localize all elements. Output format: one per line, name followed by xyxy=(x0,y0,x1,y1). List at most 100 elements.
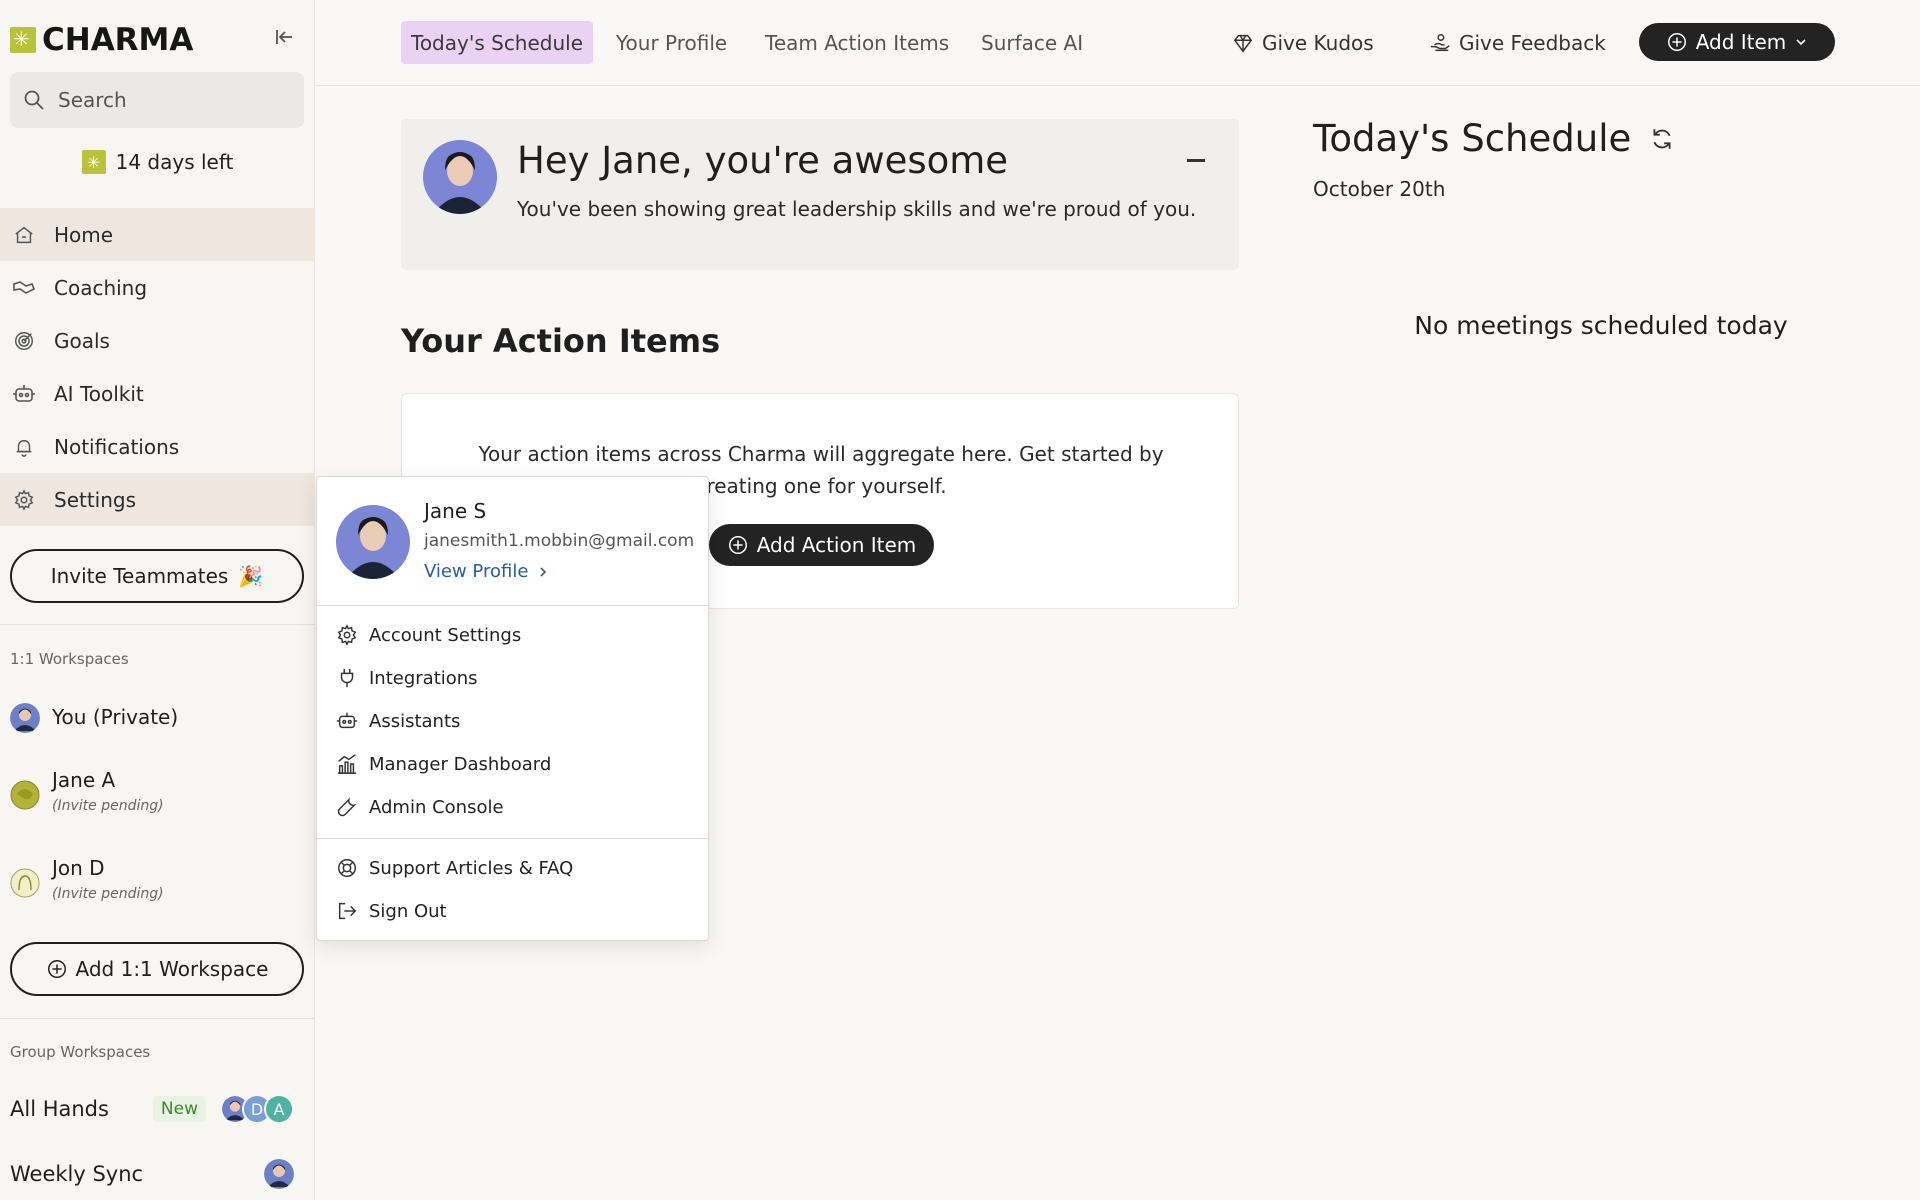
workspace-item-jon-d[interactable]: Jon D (Invite pending) xyxy=(10,856,304,902)
add-action-item-button[interactable]: Add Action Item xyxy=(709,524,934,566)
plus-circle-icon xyxy=(728,536,747,554)
coaching-icon xyxy=(12,276,36,300)
sidebar: CHARMA Search ✳ 14 days left Home Coachi… xyxy=(0,0,315,1200)
menu-item-label: Manager Dashboard xyxy=(369,753,552,775)
sidebar-item-goals[interactable]: Goals xyxy=(0,314,315,367)
kudos-title: Hey Jane, you're awesome xyxy=(517,139,1009,182)
divider xyxy=(317,838,710,839)
sidebar-item-label: Coaching xyxy=(54,275,148,300)
add-one-on-one-workspace-button[interactable]: Add 1:1 Workspace xyxy=(10,942,304,996)
view-profile-link[interactable]: View Profile xyxy=(424,561,548,582)
give-kudos-button[interactable]: Give Kudos xyxy=(1232,21,1374,64)
workspace-name: Jon D xyxy=(52,856,105,880)
workspace-name: Jane A xyxy=(52,768,116,792)
brand-logo[interactable]: CHARMA xyxy=(10,22,193,58)
add-item-button[interactable]: Add Item xyxy=(1639,23,1835,61)
gear-icon xyxy=(335,623,359,647)
bell-icon xyxy=(12,435,36,459)
refresh-icon[interactable] xyxy=(1649,126,1675,152)
sign-out-icon xyxy=(335,899,359,923)
menu-item-admin-console[interactable]: Admin Console xyxy=(335,792,504,822)
collapse-left-icon xyxy=(276,30,292,44)
tab-team-action-items[interactable]: Team Action Items xyxy=(755,21,959,64)
collapse-sidebar-button[interactable] xyxy=(272,25,298,49)
lifebuoy-icon xyxy=(335,856,359,880)
profile-menu: Jane S janesmith1.mobbin@gmail.com View … xyxy=(316,476,710,941)
home-icon xyxy=(12,223,36,247)
menu-item-label: Account Settings xyxy=(369,624,522,646)
menu-item-label: Integrations xyxy=(369,667,478,689)
group-item-all-hands[interactable]: All Hands New D A xyxy=(10,1094,294,1124)
group-section-label: Group Workspaces xyxy=(10,1043,151,1061)
group-name: All Hands xyxy=(10,1097,109,1121)
sidebar-item-label: Notifications xyxy=(54,434,180,459)
avatar xyxy=(10,780,40,810)
invite-pending-label: (Invite pending) xyxy=(52,886,164,902)
sidebar-item-home[interactable]: Home xyxy=(0,208,315,261)
avatar xyxy=(336,505,410,579)
menu-item-assistants[interactable]: Assistants xyxy=(335,706,460,736)
workspace-item-you[interactable]: You (Private) xyxy=(10,703,304,733)
sidebar-item-ai-toolkit[interactable]: AI Toolkit xyxy=(0,367,315,420)
tab-todays-schedule[interactable]: Today's Schedule xyxy=(401,21,594,64)
menu-item-sign-out[interactable]: Sign Out xyxy=(335,896,447,926)
give-kudos-label: Give Kudos xyxy=(1262,30,1374,55)
avatar: A xyxy=(264,1094,294,1124)
avatar xyxy=(10,703,40,733)
workspace-name: You (Private) xyxy=(52,705,179,729)
minimize-icon[interactable] xyxy=(1187,159,1205,162)
search-icon xyxy=(24,90,44,110)
kudos-card: Hey Jane, you're awesome You've been sho… xyxy=(401,119,1239,270)
trial-status[interactable]: ✳ 14 days left xyxy=(0,150,315,174)
divider xyxy=(0,624,315,625)
star-badge-icon: ✳ xyxy=(81,150,106,174)
trial-label: 14 days left xyxy=(115,150,234,174)
schedule-date: October 20th xyxy=(1313,177,1446,201)
workspace-item-jane-a[interactable]: Jane A (Invite pending) xyxy=(10,768,304,814)
divider xyxy=(317,605,710,606)
sidebar-item-notifications[interactable]: Notifications xyxy=(0,420,315,473)
feedback-hand-icon xyxy=(1430,33,1450,51)
menu-item-label: Admin Console xyxy=(369,796,504,818)
robot-icon xyxy=(335,709,359,733)
avatar xyxy=(423,140,497,214)
wrench-icon xyxy=(335,795,359,819)
diamond-icon xyxy=(1233,34,1253,52)
menu-item-label: Assistants xyxy=(369,710,461,732)
invite-teammates-button[interactable]: Invite Teammates 🎉 xyxy=(10,549,304,603)
view-profile-label: View Profile xyxy=(424,561,529,582)
plus-circle-icon xyxy=(47,960,66,978)
chevron-right-icon xyxy=(540,566,547,577)
avatar xyxy=(10,868,40,898)
gear-icon xyxy=(12,488,36,512)
menu-item-label: Sign Out xyxy=(369,900,447,922)
profile-name: Jane S xyxy=(424,499,487,523)
avatar xyxy=(264,1159,294,1189)
give-feedback-button[interactable]: Give Feedback xyxy=(1429,21,1606,64)
menu-item-manager-dashboard[interactable]: Manager Dashboard xyxy=(335,749,551,779)
divider xyxy=(0,1018,315,1019)
plus-circle-icon xyxy=(1667,33,1686,51)
invite-label: Invite Teammates xyxy=(50,564,229,588)
robot-icon xyxy=(12,382,36,406)
tab-your-profile[interactable]: Your Profile xyxy=(606,21,737,64)
kudos-message: You've been showing great leadership ski… xyxy=(517,197,1197,221)
action-items-heading: Your Action Items xyxy=(401,322,721,360)
menu-item-support[interactable]: Support Articles & FAQ xyxy=(335,853,573,883)
sidebar-nav: Home Coaching Goals AI Toolkit Notificat… xyxy=(0,208,315,526)
add-item-label: Add Item xyxy=(1695,30,1787,54)
search-input[interactable]: Search xyxy=(10,72,304,128)
sidebar-item-label: AI Toolkit xyxy=(54,381,144,406)
top-bar: Today's Schedule Your Profile Team Actio… xyxy=(316,0,1920,86)
group-item-weekly-sync[interactable]: Weekly Sync xyxy=(10,1159,294,1189)
chevron-down-icon xyxy=(1796,39,1806,46)
brand-name: CHARMA xyxy=(42,22,194,58)
charma-logo-icon xyxy=(10,27,36,53)
menu-item-integrations[interactable]: Integrations xyxy=(335,663,478,693)
menu-item-account-settings[interactable]: Account Settings xyxy=(335,620,521,650)
new-badge: New xyxy=(152,1096,206,1122)
target-icon xyxy=(12,329,36,353)
sidebar-item-coaching[interactable]: Coaching xyxy=(0,261,315,314)
sidebar-item-settings[interactable]: Settings xyxy=(0,473,315,526)
tab-surface-ai[interactable]: Surface AI xyxy=(971,21,1093,64)
